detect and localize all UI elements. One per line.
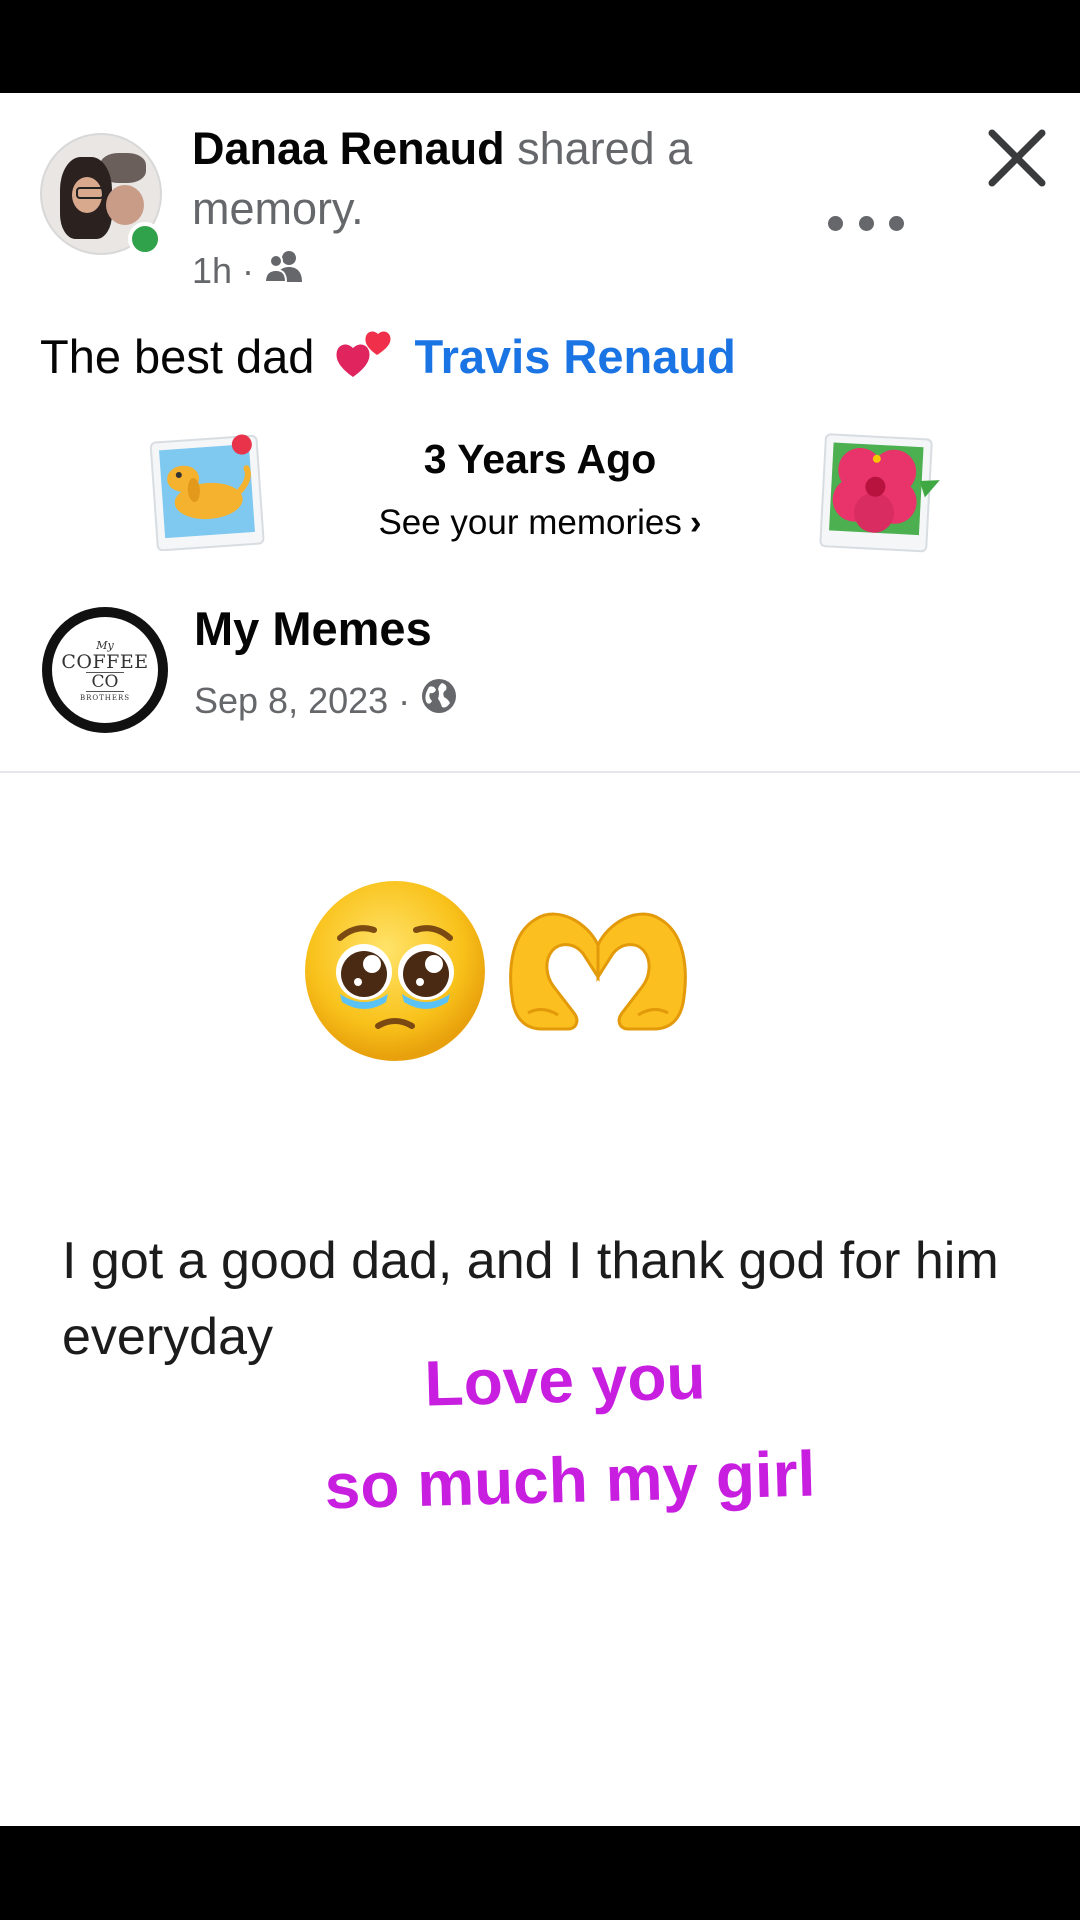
logo-line-4: BROTHERS (79, 693, 131, 702)
logo-line-2: COFFEE (61, 650, 149, 673)
dot-icon (828, 215, 843, 231)
post-caption: The best dad (40, 330, 315, 383)
bottom-black-bar (0, 1826, 1080, 1920)
overlay-caption-line-2: so much my girl (323, 1437, 817, 1523)
top-black-bar (0, 0, 1080, 93)
shared-post-date[interactable]: Sep 8, 2023 (194, 680, 388, 722)
dot-icon (858, 215, 874, 231)
meta-separator: · (242, 249, 255, 291)
friends-icon[interactable] (264, 249, 304, 292)
memories-title: 3 Years Ago (423, 436, 657, 482)
section-divider (0, 771, 1080, 773)
pleading-face-emoji-icon (300, 876, 490, 1071)
shared-post-meta: Sep 8, 2023 · (194, 677, 458, 724)
logo-line-3: CO (85, 671, 125, 692)
two-hearts-icon (333, 321, 395, 392)
see-memories-label: See your memories (378, 503, 682, 542)
page-logo-avatar[interactable]: My COFFEE CO BROTHERS (42, 607, 168, 733)
meta-separator: · (398, 679, 411, 721)
dot-icon (889, 215, 904, 231)
close-icon (988, 129, 1046, 187)
shared-page-name[interactable]: My Memes (194, 601, 432, 656)
chevron-right-icon: › (689, 503, 702, 542)
post-time[interactable]: 1h (192, 250, 232, 292)
more-options-button[interactable] (828, 203, 904, 243)
close-button[interactable] (986, 127, 1048, 189)
logo-line-1: My (96, 638, 114, 652)
post-headline: Danaa Renaud shared a memory. (192, 119, 792, 239)
post-text: The best dad Travis Renaud (40, 321, 736, 392)
tagged-person-link[interactable]: Travis Renaud (414, 330, 735, 383)
author-name[interactable]: Danaa Renaud (192, 123, 505, 174)
post-card: Danaa Renaud shared a memory. 1h · The b… (0, 93, 1080, 1826)
see-memories-link[interactable]: See your memories › (0, 503, 1080, 543)
globe-icon[interactable] (420, 677, 458, 724)
online-status-dot (128, 222, 162, 256)
post-meta: 1h · (192, 249, 304, 292)
heart-hands-emoji-icon (498, 905, 698, 1040)
